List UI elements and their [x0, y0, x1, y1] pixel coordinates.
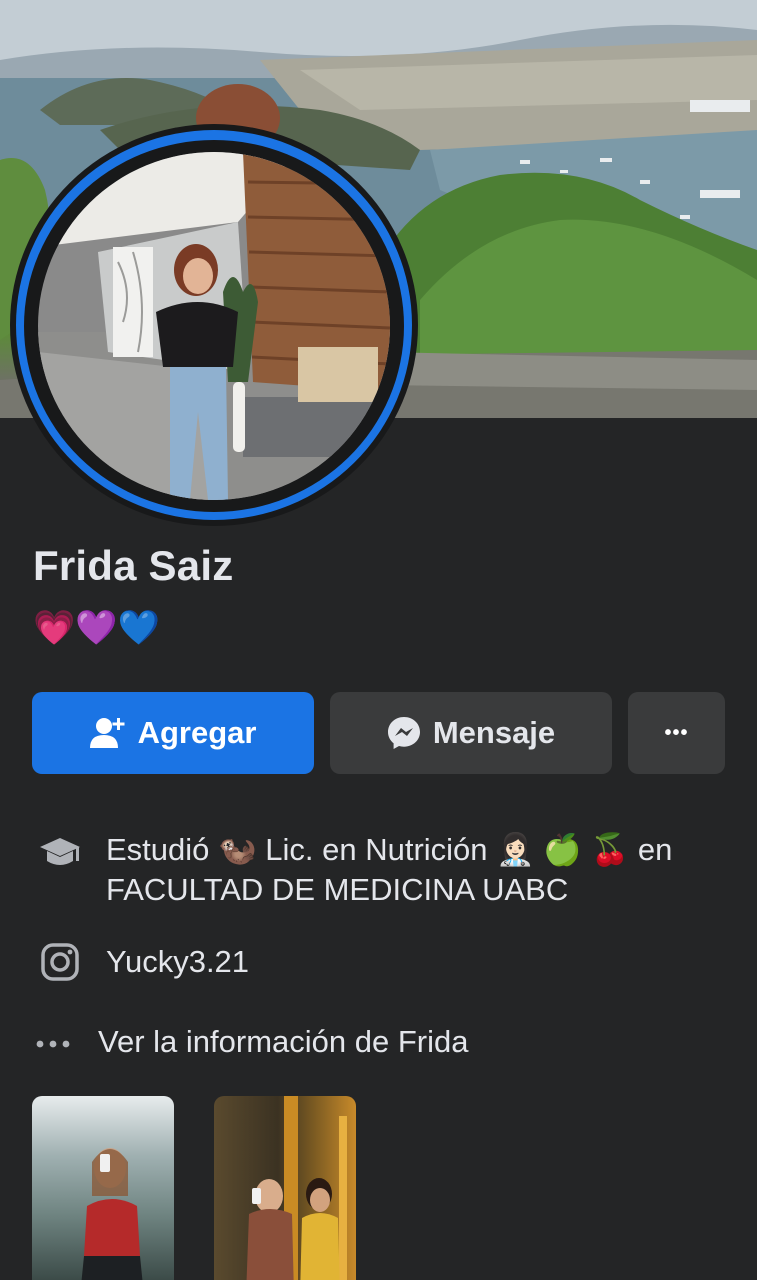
add-friend-icon [89, 716, 126, 750]
more-dots-icon [36, 1040, 70, 1048]
health-worker-emoji: 👩🏻‍⚕️ [496, 832, 535, 868]
profile-photo-illustration [38, 152, 390, 500]
instagram-icon [40, 942, 80, 982]
featured-photo-2-illustration [246, 1096, 347, 1280]
cherries-emoji: 🍒 [590, 832, 630, 868]
profile-name: Frida Saiz [33, 542, 234, 589]
add-friend-label: Agregar [137, 715, 257, 750]
blue-heart-emoji: 💙 [117, 608, 161, 648]
message-label: Mensaje [432, 715, 556, 750]
instagram-handle[interactable]: Yucky3.21 [106, 942, 726, 982]
graduation-cap-icon [38, 834, 82, 872]
education-degree: Lic. en Nutrición [265, 832, 488, 867]
education-connector: en [637, 832, 673, 867]
profile-picture[interactable] [38, 152, 390, 500]
featured-photo-1-illustration [81, 1148, 143, 1280]
profile-bio: 💗💜💙 [33, 606, 160, 650]
profile-page: Frida Saiz 💗💜💙 Agregar Mensaje ••• Estud… [0, 0, 757, 1280]
more-options-icon: ••• [664, 721, 689, 744]
featured-photo-2[interactable] [214, 1096, 356, 1280]
education-school[interactable]: FACULTAD DE MEDICINA UABC [106, 872, 568, 907]
education-text: Estudió 🦦 Lic. en Nutrición 👩🏻‍⚕️ 🍏 🍒 en… [106, 830, 726, 910]
see-info-label[interactable]: Ver la información de Frida [98, 1024, 468, 1060]
otter-emoji: 🦦 [218, 832, 257, 868]
more-options-button[interactable]: ••• [628, 692, 725, 774]
purple-heart-emoji: 💜 [75, 608, 118, 648]
add-friend-button[interactable]: Agregar [32, 692, 314, 774]
pink-heart-emoji: 💗 [33, 608, 76, 648]
green-apple-emoji: 🍏 [543, 832, 583, 868]
education-prefix: Estudió [106, 832, 210, 867]
message-button[interactable]: Mensaje [330, 692, 612, 774]
featured-photo-1[interactable] [32, 1096, 174, 1280]
messenger-icon [387, 716, 421, 750]
